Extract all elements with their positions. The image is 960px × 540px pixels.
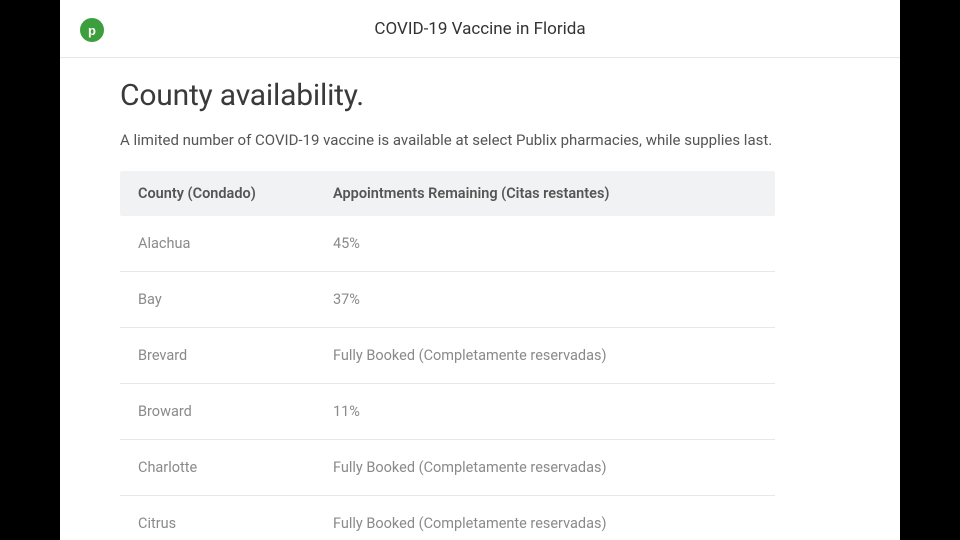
cell-appointments: Fully Booked (Completamente reservadas) [333,459,757,476]
cell-county: Broward [138,403,333,420]
availability-table: County (Condado) Appointments Remaining … [120,171,775,540]
cell-appointments: Fully Booked (Completamente reservadas) [333,347,757,364]
content-area: County availability. A limited number of… [60,58,900,540]
cell-county: Alachua [138,235,333,252]
cell-county: Brevard [138,347,333,364]
section-title: County availability. [120,78,840,113]
cell-county: Charlotte [138,459,333,476]
table-row: Citrus Fully Booked (Completamente reser… [120,496,775,540]
table-row: Brevard Fully Booked (Completamente rese… [120,328,775,384]
header-bar: p COVID-19 Vaccine in Florida [60,0,900,58]
cell-appointments: 37% [333,291,757,308]
page-title: COVID-19 Vaccine in Florida [60,19,900,39]
table-row: Broward 11% [120,384,775,440]
cell-appointments: Fully Booked (Completamente reservadas) [333,515,757,532]
cell-county: Bay [138,291,333,308]
page-container: p COVID-19 Vaccine in Florida County ava… [60,0,900,540]
table-header-row: County (Condado) Appointments Remaining … [120,171,775,216]
table-header-appointments: Appointments Remaining (Citas restantes) [333,185,757,202]
table-row: Alachua 45% [120,216,775,272]
table-header-county: County (Condado) [138,185,333,202]
section-description: A limited number of COVID-19 vaccine is … [120,131,840,149]
cell-county: Citrus [138,515,333,532]
cell-appointments: 45% [333,235,757,252]
publix-logo-letter: p [88,24,96,37]
publix-logo[interactable]: p [80,18,104,42]
table-row: Bay 37% [120,272,775,328]
cell-appointments: 11% [333,403,757,420]
table-row: Charlotte Fully Booked (Completamente re… [120,440,775,496]
